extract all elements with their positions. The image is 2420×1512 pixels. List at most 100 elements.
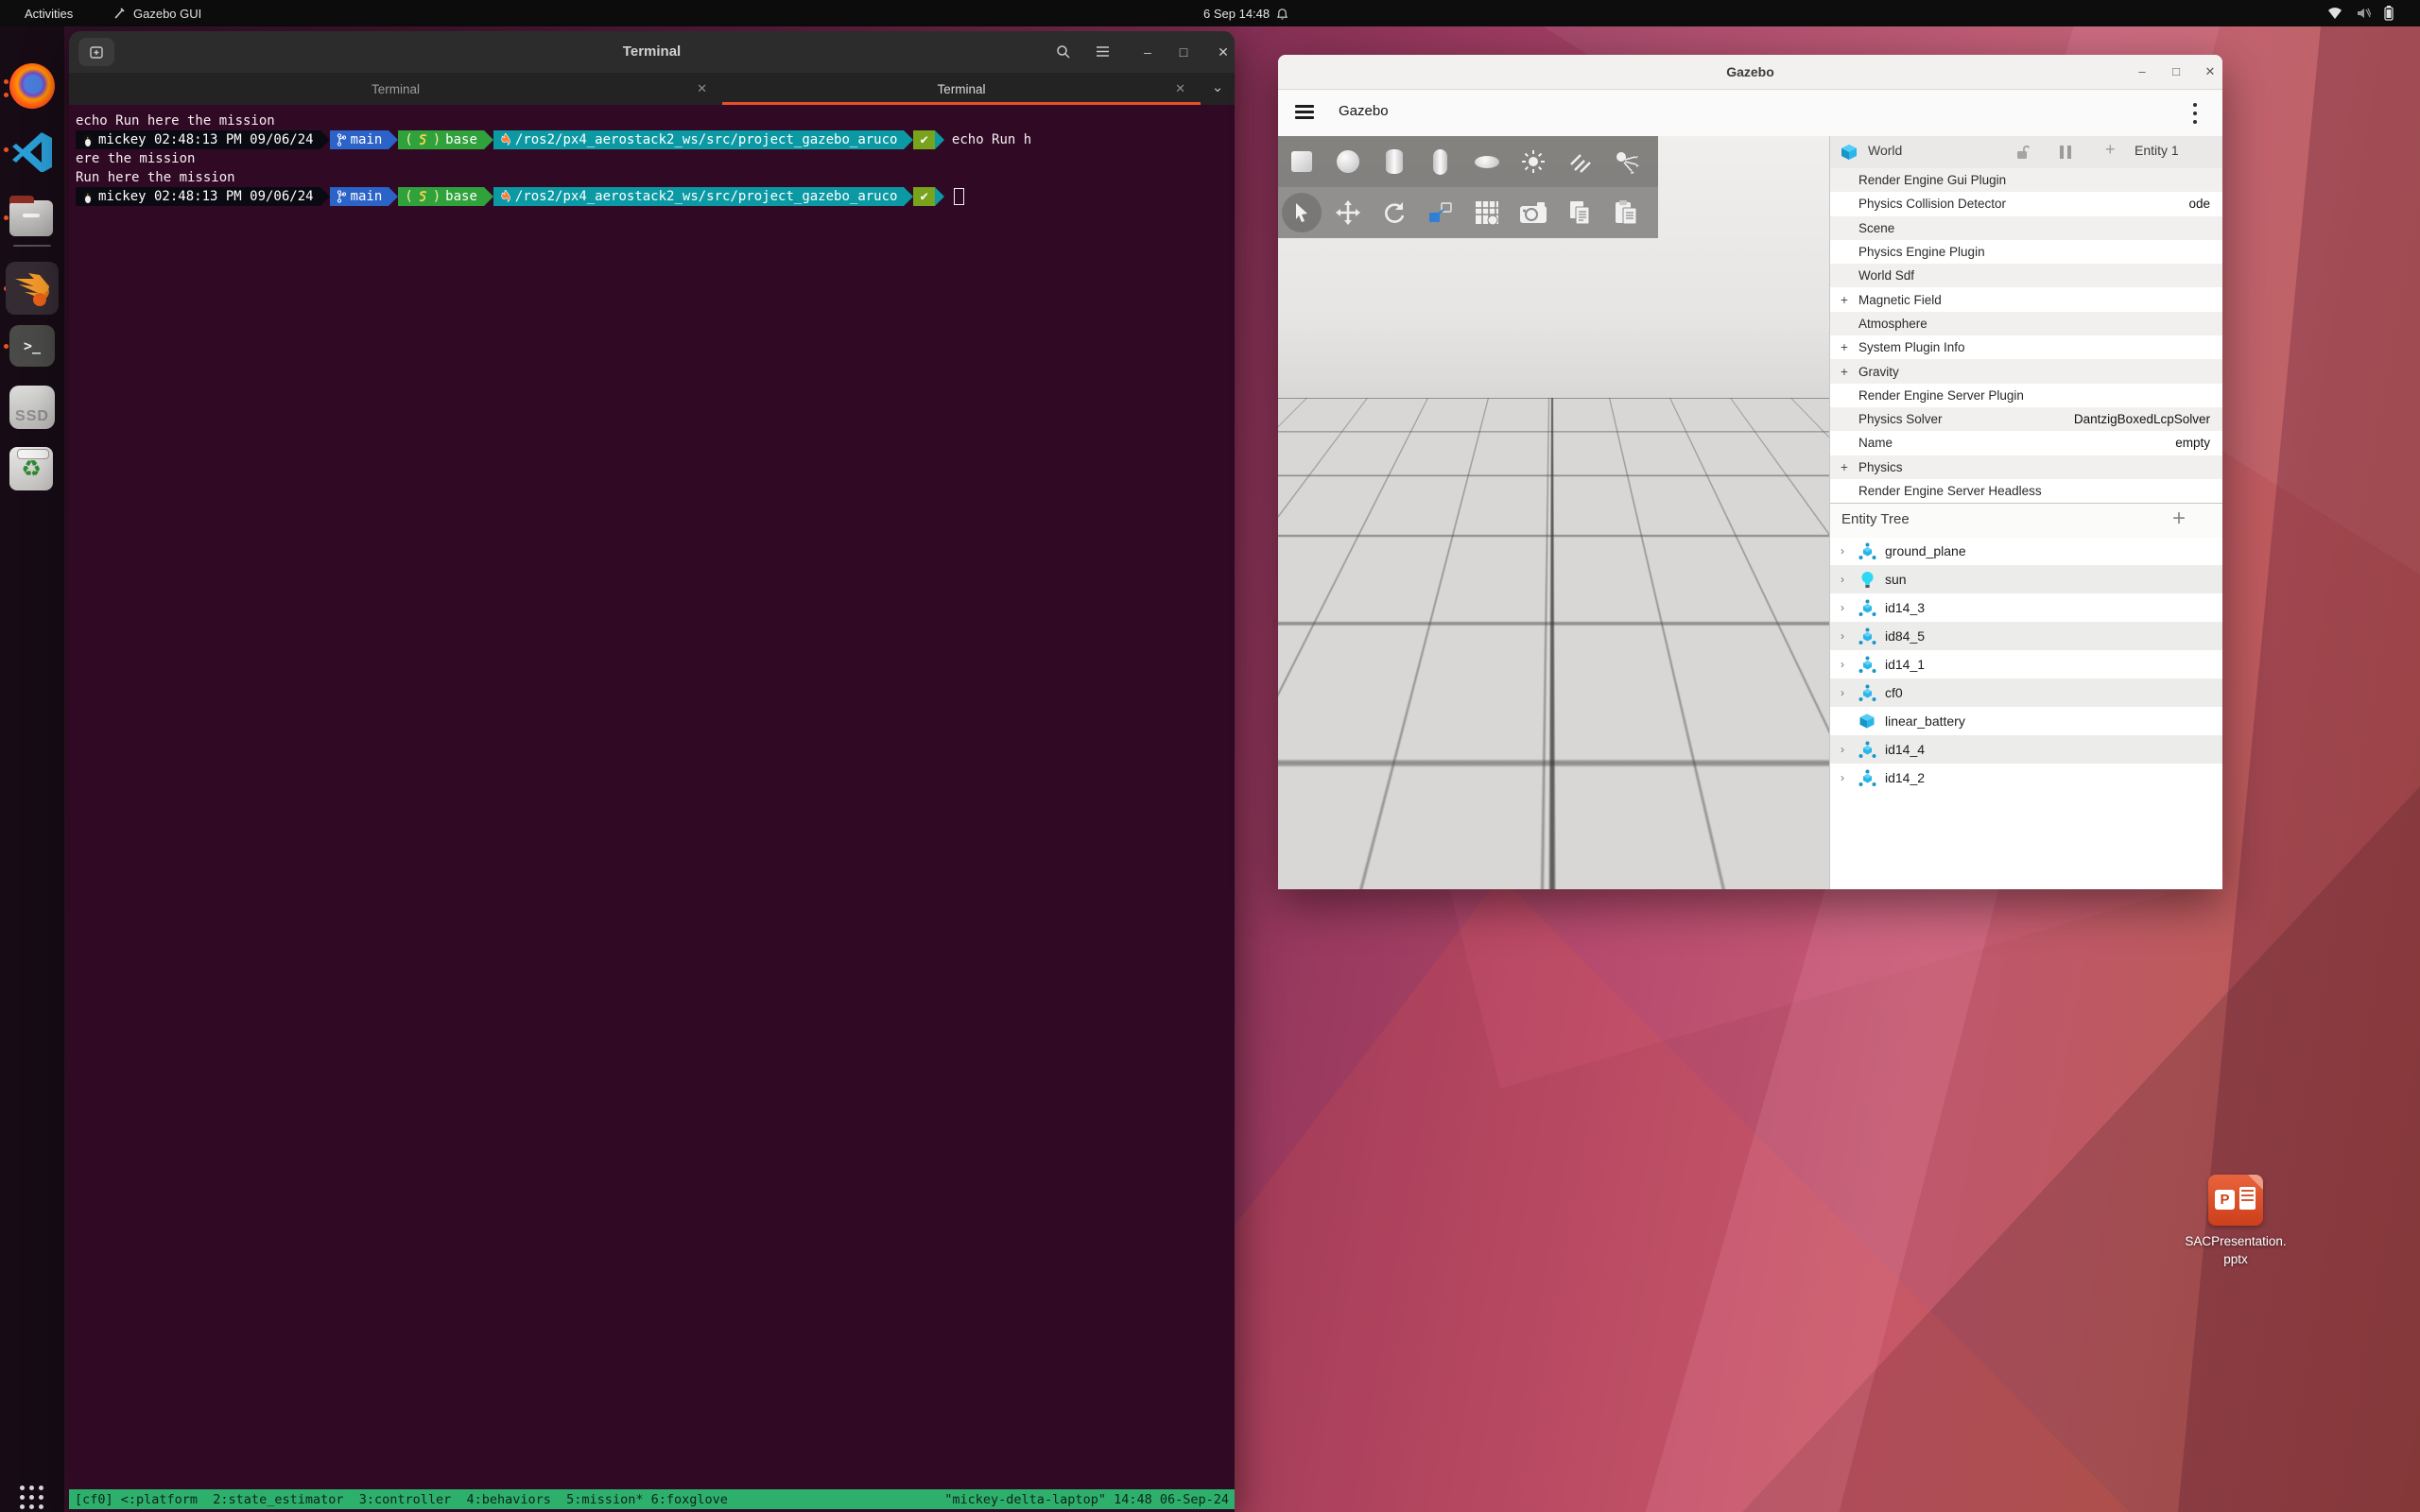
add-spot-light-icon[interactable] xyxy=(1602,136,1649,187)
entity-tree-add-icon[interactable]: + xyxy=(2172,506,2186,532)
dock-ssd-drive-icon[interactable]: SSD xyxy=(9,386,55,431)
gazebo-menubar: Gazebo xyxy=(1278,90,2222,136)
add-capsule-icon[interactable] xyxy=(1417,136,1463,187)
translate-tool-icon[interactable] xyxy=(1324,187,1371,238)
dock-gazebo-app-icon[interactable] xyxy=(6,262,59,315)
tab-label: Terminal xyxy=(937,82,985,96)
screenshot-camera-icon[interactable] xyxy=(1510,187,1556,238)
tab-close-icon[interactable]: ✕ xyxy=(1175,81,1185,96)
expand-chevron-icon[interactable]: › xyxy=(1830,601,1855,614)
add-point-light-icon[interactable] xyxy=(1510,136,1556,187)
gazebo-body: ▶▶ ‹ 98.93 % World + Entity 1 Render Eng… xyxy=(1278,136,2222,889)
world-pause-icon[interactable] xyxy=(2060,146,2073,159)
expand-icon[interactable]: + xyxy=(1830,365,1858,379)
tab-close-icon[interactable]: ✕ xyxy=(697,81,707,96)
maximize-icon[interactable]: □ xyxy=(2166,62,2187,81)
focused-app-menu[interactable]: Gazebo GUI xyxy=(113,0,201,26)
dock-terminal-icon[interactable]: >_ xyxy=(9,323,55,369)
minimize-icon[interactable]: – xyxy=(2132,62,2152,81)
entity-tree-item-id14_1[interactable]: ›id14_1 xyxy=(1830,650,2222,679)
rtf-collapse-chevron[interactable]: ‹ xyxy=(1694,847,1698,861)
add-directional-light-icon[interactable] xyxy=(1556,136,1602,187)
step-forward-button[interactable]: ▶▶ xyxy=(1336,833,1359,857)
terminal-content[interactable]: echo Run here the mission mickey 02:48:1… xyxy=(69,105,1235,1489)
entity-tree-item-cf0[interactable]: ›cf0 xyxy=(1830,679,2222,707)
world-property-row[interactable]: Render Engine Gui Plugin xyxy=(1830,168,2222,192)
add-box-icon[interactable] xyxy=(1278,136,1324,187)
entity-tree-item-ground_plane[interactable]: ›ground_plane xyxy=(1830,537,2222,565)
entity-tree-item-id14_2[interactable]: ›id14_2 xyxy=(1830,764,2222,792)
copy-icon[interactable] xyxy=(1556,187,1602,238)
expand-chevron-icon[interactable]: › xyxy=(1830,771,1855,784)
entity-tree-item-id84_5[interactable]: ›id84_5 xyxy=(1830,622,2222,650)
expand-chevron-icon[interactable]: › xyxy=(1830,743,1855,756)
activities-button[interactable]: Activities xyxy=(25,0,73,26)
expand-chevron-icon[interactable]: › xyxy=(1830,629,1855,643)
world-property-row[interactable]: Scene xyxy=(1830,216,2222,240)
expand-icon[interactable]: + xyxy=(1830,293,1858,307)
world-property-row[interactable]: +Gravity xyxy=(1830,359,2222,383)
entity-tree-item-id14_3[interactable]: ›id14_3 xyxy=(1830,593,2222,622)
world-property-row[interactable]: World Sdf xyxy=(1830,264,2222,287)
world-property-row[interactable]: Nameempty xyxy=(1830,431,2222,455)
world-property-row[interactable]: Physics Engine Plugin xyxy=(1830,240,2222,264)
gazebo-window-title: Gazebo xyxy=(1278,55,2222,89)
model-icon xyxy=(1855,684,1879,702)
dock-trash-icon[interactable]: ♻ xyxy=(9,447,55,492)
git-branch-icon xyxy=(337,190,346,203)
terminal-tab-bar: Terminal ✕ Terminal ✕ ⌄ xyxy=(69,73,1235,106)
property-value: empty xyxy=(2175,436,2210,450)
pause-button[interactable] xyxy=(1292,828,1326,862)
close-icon[interactable]: ✕ xyxy=(2200,62,2221,81)
add-ellipsoid-icon[interactable] xyxy=(1463,136,1510,187)
entity-tree-item-id14_4[interactable]: ›id14_4 xyxy=(1830,735,2222,764)
expand-icon[interactable]: + xyxy=(1830,340,1858,354)
powerpoint-file-icon[interactable]: P xyxy=(2208,1175,2263,1226)
tab-terminal-2[interactable]: Terminal ✕ xyxy=(722,73,1201,105)
kebab-menu-icon[interactable] xyxy=(2192,103,2198,124)
maximize-icon[interactable]: □ xyxy=(1171,41,1196,63)
entity-tree-item-linear_battery[interactable]: linear_battery xyxy=(1830,707,2222,735)
dock-vscode-icon[interactable] xyxy=(9,127,55,172)
world-property-row[interactable]: +Physics xyxy=(1830,455,2222,479)
world-add-icon[interactable]: + xyxy=(2105,140,2116,160)
search-icon[interactable] xyxy=(1050,41,1075,63)
expand-chevron-icon[interactable]: › xyxy=(1830,544,1855,558)
world-property-row[interactable]: Atmosphere xyxy=(1830,312,2222,335)
expand-chevron-icon[interactable]: › xyxy=(1830,658,1855,671)
select-tool-icon[interactable] xyxy=(1278,187,1324,238)
scale-tool-icon[interactable] xyxy=(1417,187,1463,238)
system-status-area[interactable] xyxy=(2327,0,2394,26)
world-property-row[interactable]: +System Plugin Info xyxy=(1830,335,2222,359)
world-property-row[interactable]: Render Engine Server Plugin xyxy=(1830,384,2222,407)
clock-menu[interactable]: 6 Sep 14:48 xyxy=(1203,0,1288,26)
tab-terminal-1[interactable]: Terminal ✕ xyxy=(69,73,722,105)
hamburger-menu-icon[interactable] xyxy=(1295,105,1314,119)
rotate-tool-icon[interactable] xyxy=(1371,187,1417,238)
expand-icon[interactable]: + xyxy=(1830,460,1858,474)
world-property-row[interactable]: Render Engine Server Headless xyxy=(1830,479,2222,503)
expand-chevron-icon[interactable]: › xyxy=(1830,686,1855,699)
add-cylinder-icon[interactable] xyxy=(1371,136,1417,187)
3d-viewport[interactable]: ▶▶ ‹ 98.93 % xyxy=(1278,136,1829,889)
notification-bell-icon xyxy=(1276,8,1288,20)
minimize-icon[interactable]: – xyxy=(1135,41,1160,63)
dock-files-icon[interactable] xyxy=(9,195,55,240)
add-sphere-icon[interactable] xyxy=(1324,136,1371,187)
world-property-row[interactable]: Physics Collision Detectorode xyxy=(1830,192,2222,215)
battery-icon xyxy=(2384,6,2394,21)
tab-list-chevron-icon[interactable]: ⌄ xyxy=(1201,73,1235,105)
video-record-icon[interactable] xyxy=(1463,187,1510,238)
show-applications-button[interactable] xyxy=(20,1486,44,1510)
light-icon xyxy=(1855,571,1879,589)
close-icon[interactable]: ✕ xyxy=(1211,41,1236,63)
desktop-file-sacpresentation[interactable]: P SACPresentation. pptx xyxy=(2177,1175,2294,1268)
dock-firefox-icon[interactable] xyxy=(9,63,55,109)
expand-chevron-icon[interactable]: › xyxy=(1830,573,1855,586)
world-property-row[interactable]: +Magnetic Field xyxy=(1830,287,2222,311)
entity-tree-item-sun[interactable]: ›sun xyxy=(1830,565,2222,593)
world-property-row[interactable]: Physics SolverDantzigBoxedLcpSolver xyxy=(1830,407,2222,431)
paste-icon[interactable] xyxy=(1602,187,1649,238)
lock-open-icon[interactable] xyxy=(2015,145,2030,160)
menu-icon[interactable] xyxy=(1090,41,1115,63)
